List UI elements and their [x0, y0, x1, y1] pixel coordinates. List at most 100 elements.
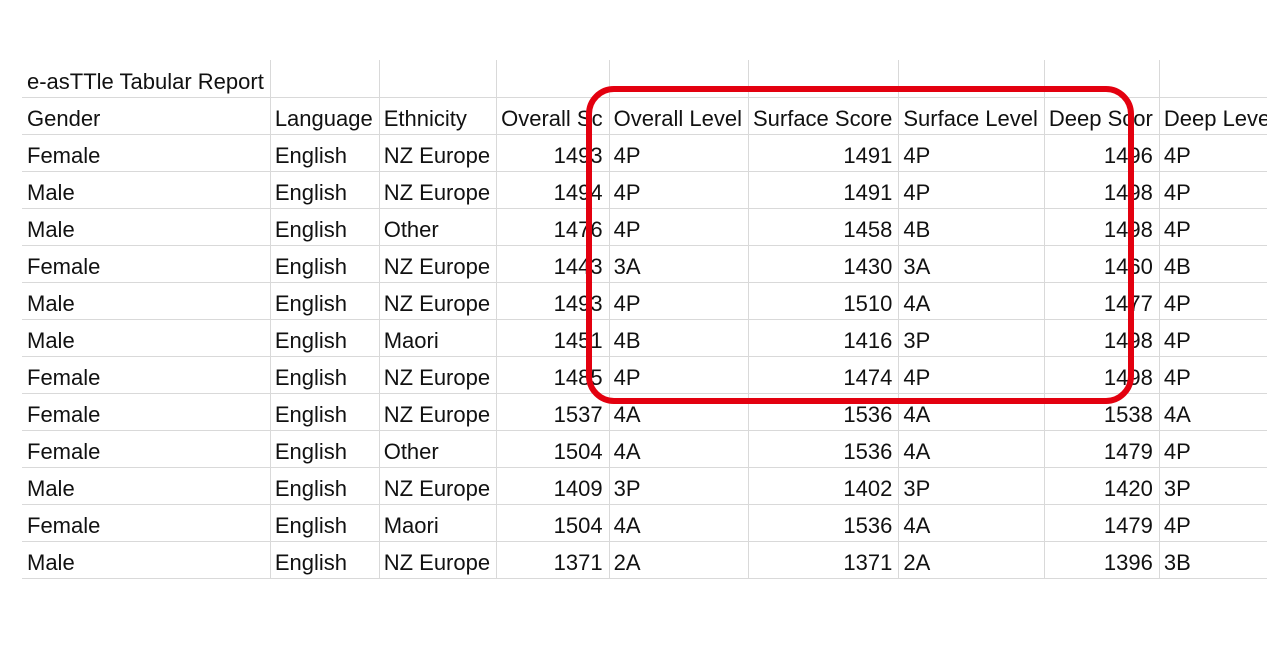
cell-deep-score[interactable]: 1498 [1044, 209, 1159, 246]
col-surface-level[interactable]: Surface Level [899, 98, 1045, 135]
cell-surface-level[interactable]: 4P [899, 135, 1045, 172]
cell-surface-score[interactable]: 1416 [748, 320, 898, 357]
cell-gender[interactable]: Female [23, 246, 271, 283]
cell-deep-level[interactable]: 4P [1159, 505, 1267, 542]
cell-overall-score[interactable]: 1504 [497, 431, 609, 468]
cell-surface-score[interactable]: 1430 [748, 246, 898, 283]
cell-overall-level[interactable]: 3P [609, 468, 748, 505]
cell-gender[interactable]: Male [23, 172, 271, 209]
cell-surface-score[interactable]: 1536 [748, 505, 898, 542]
table-row[interactable]: MaleEnglishNZ Europe13712A13712A13963B [23, 542, 1267, 579]
cell-gender[interactable]: Male [23, 283, 271, 320]
col-language[interactable]: Language [270, 98, 379, 135]
cell-overall-level[interactable]: 2A [609, 542, 748, 579]
cell-overall-score[interactable]: 1504 [497, 505, 609, 542]
col-deep-level[interactable]: Deep Level [1159, 98, 1267, 135]
table-row[interactable]: MaleEnglishNZ Europe14093P14023P14203P [23, 468, 1267, 505]
cell-surface-level[interactable]: 3P [899, 320, 1045, 357]
cell-ethnicity[interactable]: NZ Europe [379, 283, 496, 320]
cell-ethnicity[interactable]: NZ Europe [379, 246, 496, 283]
cell-deep-score[interactable]: 1496 [1044, 135, 1159, 172]
cell-deep-level[interactable]: 4P [1159, 357, 1267, 394]
table-row[interactable]: FemaleEnglishNZ Europe14433A14303A14604B [23, 246, 1267, 283]
cell-surface-level[interactable]: 4A [899, 283, 1045, 320]
cell-overall-level[interactable]: 3A [609, 246, 748, 283]
cell-overall-level[interactable]: 4P [609, 209, 748, 246]
cell-deep-level[interactable]: 3P [1159, 468, 1267, 505]
cell-surface-score[interactable]: 1458 [748, 209, 898, 246]
cell-ethnicity[interactable]: NZ Europe [379, 135, 496, 172]
cell-gender[interactable]: Male [23, 209, 271, 246]
cell-overall-level[interactable]: 4P [609, 135, 748, 172]
table-row[interactable]: MaleEnglishMaori14514B14163P14984P [23, 320, 1267, 357]
cell-surface-level[interactable]: 4P [899, 357, 1045, 394]
cell-overall-score[interactable]: 1493 [497, 283, 609, 320]
cell-ethnicity[interactable]: NZ Europe [379, 468, 496, 505]
cell-ethnicity[interactable]: NZ Europe [379, 542, 496, 579]
table-row[interactable]: FemaleEnglishNZ Europe14934P14914P14964P [23, 135, 1267, 172]
col-overall-level[interactable]: Overall Level [609, 98, 748, 135]
cell-deep-level[interactable]: 4P [1159, 209, 1267, 246]
cell-overall-score[interactable]: 1476 [497, 209, 609, 246]
cell-surface-score[interactable]: 1474 [748, 357, 898, 394]
col-ethnicity[interactable]: Ethnicity [379, 98, 496, 135]
cell-gender[interactable]: Female [23, 505, 271, 542]
cell-language[interactable]: English [270, 542, 379, 579]
cell-ethnicity[interactable]: NZ Europe [379, 357, 496, 394]
cell-surface-level[interactable]: 4A [899, 394, 1045, 431]
cell-deep-score[interactable]: 1479 [1044, 431, 1159, 468]
cell-overall-level[interactable]: 4A [609, 431, 748, 468]
cell-surface-level[interactable]: 4A [899, 431, 1045, 468]
table-row[interactable]: MaleEnglishNZ Europe14944P14914P14984P [23, 172, 1267, 209]
cell-overall-score[interactable]: 1451 [497, 320, 609, 357]
cell-surface-level[interactable]: 2A [899, 542, 1045, 579]
cell-overall-score[interactable]: 1537 [497, 394, 609, 431]
cell-language[interactable]: English [270, 357, 379, 394]
cell-language[interactable]: English [270, 135, 379, 172]
cell-surface-score[interactable]: 1536 [748, 431, 898, 468]
cell-deep-level[interactable]: 4P [1159, 431, 1267, 468]
cell-ethnicity[interactable]: NZ Europe [379, 172, 496, 209]
cell-overall-level[interactable]: 4A [609, 505, 748, 542]
cell-overall-level[interactable]: 4P [609, 357, 748, 394]
cell-deep-score[interactable]: 1460 [1044, 246, 1159, 283]
cell-overall-level[interactable]: 4B [609, 320, 748, 357]
cell-surface-score[interactable]: 1536 [748, 394, 898, 431]
cell-language[interactable]: English [270, 468, 379, 505]
cell-deep-score[interactable]: 1396 [1044, 542, 1159, 579]
table-row[interactable]: FemaleEnglishNZ Europe15374A15364A15384A [23, 394, 1267, 431]
cell-gender[interactable]: Female [23, 431, 271, 468]
cell-language[interactable]: English [270, 246, 379, 283]
cell-gender[interactable]: Male [23, 320, 271, 357]
cell-surface-score[interactable]: 1371 [748, 542, 898, 579]
table-row[interactable]: FemaleEnglishMaori15044A15364A14794P [23, 505, 1267, 542]
col-deep-score[interactable]: Deep Scor [1044, 98, 1159, 135]
table-row[interactable]: FemaleEnglishOther15044A15364A14794P [23, 431, 1267, 468]
cell-deep-score[interactable]: 1479 [1044, 505, 1159, 542]
cell-deep-level[interactable]: 4B [1159, 246, 1267, 283]
cell-ethnicity[interactable]: Other [379, 209, 496, 246]
cell-gender[interactable]: Male [23, 468, 271, 505]
col-surface-score[interactable]: Surface Score [748, 98, 898, 135]
cell-ethnicity[interactable]: Other [379, 431, 496, 468]
cell-gender[interactable]: Female [23, 135, 271, 172]
cell-language[interactable]: English [270, 209, 379, 246]
cell-overall-level[interactable]: 4A [609, 394, 748, 431]
cell-deep-level[interactable]: 4P [1159, 283, 1267, 320]
cell-surface-score[interactable]: 1491 [748, 135, 898, 172]
cell-deep-level[interactable]: 4P [1159, 135, 1267, 172]
cell-deep-level[interactable]: 4A [1159, 394, 1267, 431]
cell-surface-score[interactable]: 1402 [748, 468, 898, 505]
cell-surface-level[interactable]: 3A [899, 246, 1045, 283]
cell-overall-level[interactable]: 4P [609, 283, 748, 320]
cell-overall-score[interactable]: 1493 [497, 135, 609, 172]
cell-ethnicity[interactable]: Maori [379, 505, 496, 542]
cell-language[interactable]: English [270, 283, 379, 320]
cell-language[interactable]: English [270, 431, 379, 468]
cell-deep-level[interactable]: 4P [1159, 320, 1267, 357]
cell-deep-level[interactable]: 4P [1159, 172, 1267, 209]
cell-overall-level[interactable]: 4P [609, 172, 748, 209]
cell-deep-score[interactable]: 1498 [1044, 320, 1159, 357]
cell-deep-score[interactable]: 1420 [1044, 468, 1159, 505]
cell-ethnicity[interactable]: Maori [379, 320, 496, 357]
